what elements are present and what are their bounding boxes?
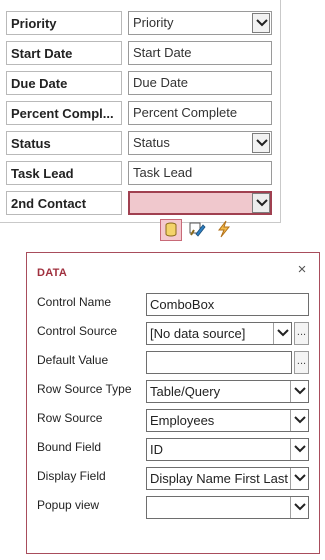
bound-field-select[interactable]: ID [146, 438, 309, 461]
field-value: Table/Query [150, 384, 221, 399]
format-icon [189, 222, 206, 237]
display-field-row: Display Field Display Name First Last [37, 467, 309, 491]
control-source-row: Control Source [No data source] ... [37, 322, 309, 346]
display-field-select[interactable]: Display Name First Last [146, 467, 309, 490]
actions-icon [217, 220, 231, 238]
field-label: Task Lead [6, 161, 122, 185]
control-action-bar [160, 219, 240, 241]
bound-field-row: Bound Field ID [37, 438, 309, 462]
field-label: Percent Compl... [6, 101, 122, 125]
form-row-priority: Priority Priority [6, 11, 272, 37]
form-row-2nd-contact: 2nd Contact [6, 191, 272, 217]
row-source-type-label: Row Source Type [37, 382, 132, 396]
dropdown-button[interactable] [290, 410, 308, 431]
chevron-down-icon [294, 445, 306, 453]
priority-combobox[interactable]: Priority [128, 11, 272, 35]
default-value-row: Default Value ... [37, 351, 309, 375]
form-row-status: Status Status [6, 131, 272, 157]
chevron-down-icon [294, 503, 306, 511]
dropdown-button[interactable] [290, 497, 308, 518]
default-value-builder-button[interactable]: ... [294, 351, 309, 374]
dropdown-button[interactable] [252, 193, 270, 213]
field-value: Priority [133, 15, 174, 30]
format-button[interactable] [187, 219, 209, 241]
data-icon [165, 222, 177, 237]
display-field-label: Display Field [37, 469, 106, 483]
chevron-down-icon [277, 329, 289, 337]
form-row-due-date: Due Date Due Date [6, 71, 272, 97]
start-date-textbox[interactable]: Start Date [128, 41, 272, 65]
data-properties-panel: DATA × Control Name ComboBox Control Sou… [26, 252, 320, 554]
form-row-percent-complete: Percent Compl... Percent Complete [6, 101, 272, 127]
status-combobox[interactable]: Status [128, 131, 272, 155]
close-icon[interactable]: × [295, 262, 309, 277]
chevron-down-icon [294, 416, 306, 424]
dropdown-button[interactable] [290, 439, 308, 460]
control-name-label: Control Name [37, 295, 112, 309]
dropdown-button[interactable] [252, 13, 270, 33]
popup-view-label: Popup view [37, 498, 100, 512]
second-contact-combobox[interactable] [128, 191, 272, 215]
popup-view-row: Popup view [37, 496, 309, 520]
control-source-builder-button[interactable]: ... [294, 322, 309, 345]
form-row-start-date: Start Date Start Date [6, 41, 272, 67]
percent-complete-textbox[interactable]: Percent Complete [128, 101, 272, 125]
chevron-down-icon [294, 474, 306, 482]
row-source-select[interactable]: Employees [146, 409, 309, 432]
row-source-label: Row Source [37, 411, 103, 425]
dropdown-button[interactable] [252, 133, 270, 153]
chevron-down-icon [256, 139, 268, 147]
default-value-label: Default Value [37, 353, 109, 367]
field-value: [No data source] [150, 326, 246, 341]
row-source-type-row: Row Source Type Table/Query [37, 380, 309, 404]
bound-field-label: Bound Field [37, 440, 102, 454]
dropdown-button[interactable] [273, 323, 291, 344]
field-value: ID [150, 442, 163, 457]
field-label: Start Date [6, 41, 122, 65]
field-label: Status [6, 131, 122, 155]
field-label: Priority [6, 11, 122, 35]
form-row-task-lead: Task Lead Task Lead [6, 161, 272, 187]
field-value: Status [133, 135, 170, 150]
default-value-input[interactable] [146, 351, 292, 374]
field-value: Display Name First Last [150, 471, 288, 486]
chevron-down-icon [256, 19, 268, 27]
chevron-down-icon [256, 199, 268, 207]
row-source-type-select[interactable]: Table/Query [146, 380, 309, 403]
field-label: Due Date [6, 71, 122, 95]
field-value: Employees [150, 413, 215, 428]
panel-title: DATA [37, 267, 68, 279]
control-source-select[interactable]: [No data source] [146, 322, 292, 345]
control-source-label: Control Source [37, 324, 118, 338]
dropdown-button[interactable] [290, 468, 308, 489]
due-date-textbox[interactable]: Due Date [128, 71, 272, 95]
dropdown-button[interactable] [290, 381, 308, 402]
task-lead-textbox[interactable]: Task Lead [128, 161, 272, 185]
data-button[interactable] [160, 219, 182, 241]
row-source-row: Row Source Employees [37, 409, 309, 433]
actions-button[interactable] [214, 219, 236, 241]
control-name-row: Control Name ComboBox [37, 293, 309, 317]
popup-view-select[interactable] [146, 496, 309, 519]
chevron-down-icon [294, 387, 306, 395]
control-name-input[interactable]: ComboBox [146, 293, 309, 316]
form-area: Priority Priority Start Date Start Date … [0, 0, 281, 223]
field-label: 2nd Contact [6, 191, 122, 215]
